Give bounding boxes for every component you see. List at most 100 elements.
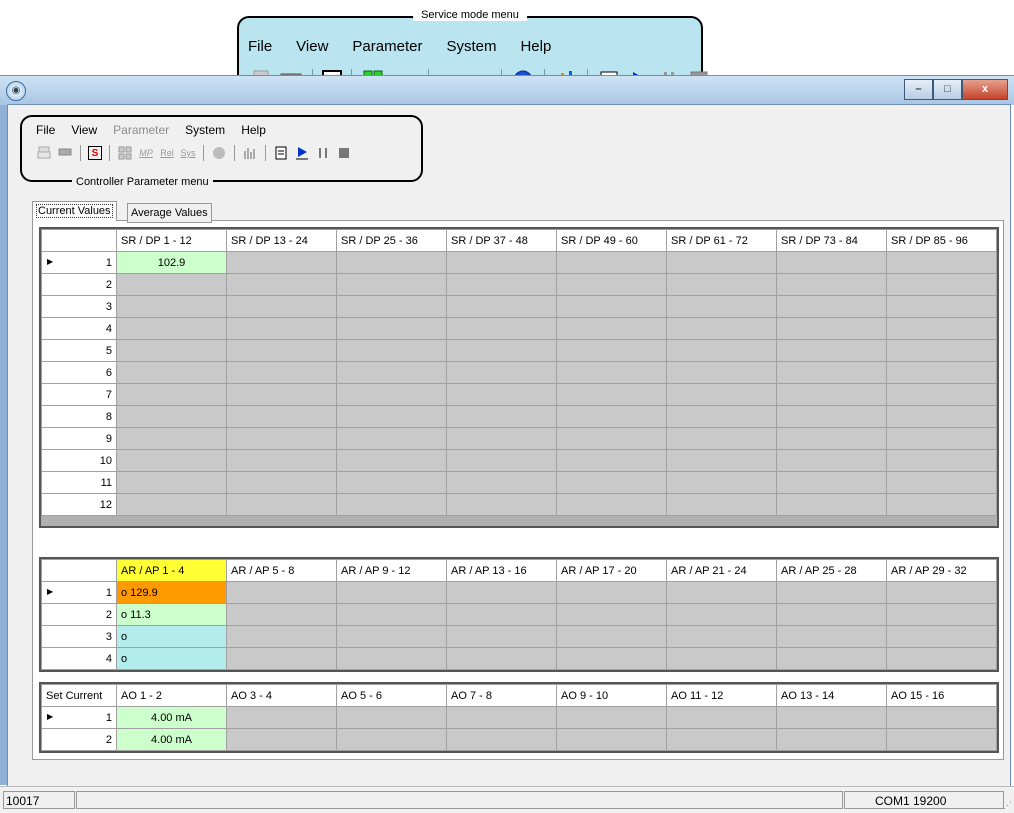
value-cell[interactable]: [666, 625, 777, 648]
ctl-menu-system[interactable]: System: [185, 123, 225, 137]
value-cell[interactable]: [556, 339, 667, 362]
value-cell[interactable]: [776, 383, 887, 406]
value-cell[interactable]: [116, 361, 227, 384]
value-cell[interactable]: [336, 471, 447, 494]
title-bar[interactable]: ◉ – □ x: [0, 75, 1014, 105]
value-cell[interactable]: [556, 383, 667, 406]
value-cell[interactable]: [666, 295, 777, 318]
value-cell[interactable]: [226, 251, 337, 274]
value-cell[interactable]: [666, 449, 777, 472]
table-row[interactable]: ▶ 1 o 129.9: [41, 581, 997, 604]
value-cell[interactable]: [776, 603, 887, 626]
rel-button[interactable]: Rel: [159, 145, 175, 161]
column-header[interactable]: AR / AP 1 - 4: [116, 559, 227, 582]
table-row[interactable]: 3o: [41, 625, 997, 648]
value-cell[interactable]: [776, 295, 887, 318]
value-cell[interactable]: [556, 603, 667, 626]
value-cell[interactable]: 4.00 mA: [116, 706, 227, 729]
value-cell[interactable]: o: [116, 647, 227, 670]
value-cell[interactable]: [556, 647, 667, 670]
value-cell[interactable]: [886, 625, 997, 648]
value-cell[interactable]: [666, 728, 777, 751]
value-cell[interactable]: [446, 647, 557, 670]
value-cell[interactable]: [776, 273, 887, 296]
value-cell[interactable]: [886, 295, 997, 318]
value-cell[interactable]: o 11.3: [116, 603, 227, 626]
value-cell[interactable]: [336, 493, 447, 516]
column-header[interactable]: SR / DP 37 - 48: [446, 229, 557, 252]
table-row[interactable]: 4o: [41, 647, 997, 670]
value-cell[interactable]: [226, 317, 337, 340]
column-header[interactable]: AO 11 - 12: [666, 684, 777, 707]
value-cell[interactable]: [666, 317, 777, 340]
value-cell[interactable]: [886, 706, 997, 729]
value-cell[interactable]: [776, 317, 887, 340]
maximize-button[interactable]: □: [933, 79, 962, 100]
value-cell[interactable]: [336, 449, 447, 472]
column-header[interactable]: SR / DP 25 - 36: [336, 229, 447, 252]
value-cell[interactable]: 4.00 mA: [116, 728, 227, 751]
column-header[interactable]: AR / AP 29 - 32: [886, 559, 997, 582]
menu-system[interactable]: System: [446, 38, 496, 55]
value-cell[interactable]: [446, 405, 557, 428]
value-cell[interactable]: [776, 493, 887, 516]
value-cell[interactable]: [336, 427, 447, 450]
value-cell[interactable]: [446, 603, 557, 626]
sys-button[interactable]: Sys: [180, 145, 196, 161]
column-header[interactable]: AR / AP 9 - 12: [336, 559, 447, 582]
value-cell[interactable]: [116, 317, 227, 340]
table-row[interactable]: 5: [41, 339, 997, 362]
value-cell[interactable]: [336, 728, 447, 751]
value-cell[interactable]: [446, 449, 557, 472]
value-cell[interactable]: [336, 339, 447, 362]
value-cell[interactable]: [556, 728, 667, 751]
value-cell[interactable]: [556, 706, 667, 729]
value-cell[interactable]: [776, 471, 887, 494]
value-cell[interactable]: [226, 383, 337, 406]
table-row[interactable]: 3: [41, 295, 997, 318]
value-cell[interactable]: [776, 339, 887, 362]
row-header[interactable]: 10: [41, 449, 117, 472]
value-cell[interactable]: [226, 449, 337, 472]
row-header[interactable]: ▶ 1: [41, 581, 117, 604]
value-cell[interactable]: [226, 647, 337, 670]
value-cell[interactable]: [446, 339, 557, 362]
value-cell[interactable]: [886, 273, 997, 296]
value-cell[interactable]: [556, 471, 667, 494]
mp-button[interactable]: MP: [138, 145, 154, 161]
column-header[interactable]: SR / DP 73 - 84: [776, 229, 887, 252]
value-cell[interactable]: [116, 449, 227, 472]
value-cell[interactable]: [446, 581, 557, 604]
value-cell[interactable]: [886, 383, 997, 406]
value-cell[interactable]: [666, 273, 777, 296]
column-header[interactable]: SR / DP 85 - 96: [886, 229, 997, 252]
value-cell[interactable]: [226, 603, 337, 626]
row-header[interactable]: 5: [41, 339, 117, 362]
ctl-s-button[interactable]: S: [88, 146, 102, 160]
minimize-button[interactable]: –: [904, 79, 933, 100]
value-cell[interactable]: [446, 625, 557, 648]
value-cell[interactable]: [226, 295, 337, 318]
value-cell[interactable]: [776, 706, 887, 729]
value-cell[interactable]: [886, 581, 997, 604]
value-cell[interactable]: [886, 493, 997, 516]
value-cell[interactable]: [226, 405, 337, 428]
printer-icon[interactable]: [36, 145, 52, 161]
row-header[interactable]: 2: [41, 603, 117, 626]
row-header[interactable]: ▶ 1: [41, 706, 117, 729]
table-row[interactable]: 2 4.00 mA: [41, 728, 997, 751]
value-cell[interactable]: [116, 493, 227, 516]
value-cell[interactable]: [446, 728, 557, 751]
table-row[interactable]: 7: [41, 383, 997, 406]
value-cell[interactable]: [446, 295, 557, 318]
value-cell[interactable]: [666, 581, 777, 604]
value-cell[interactable]: [776, 625, 887, 648]
column-header[interactable]: AR / AP 17 - 20: [556, 559, 667, 582]
value-cell[interactable]: [226, 427, 337, 450]
value-cell[interactable]: [446, 251, 557, 274]
row-header[interactable]: 4: [41, 647, 117, 670]
pause-icon[interactable]: [315, 145, 331, 161]
ctl-menu-file[interactable]: File: [36, 123, 55, 137]
column-header[interactable]: AR / AP 5 - 8: [226, 559, 337, 582]
value-cell[interactable]: [116, 405, 227, 428]
